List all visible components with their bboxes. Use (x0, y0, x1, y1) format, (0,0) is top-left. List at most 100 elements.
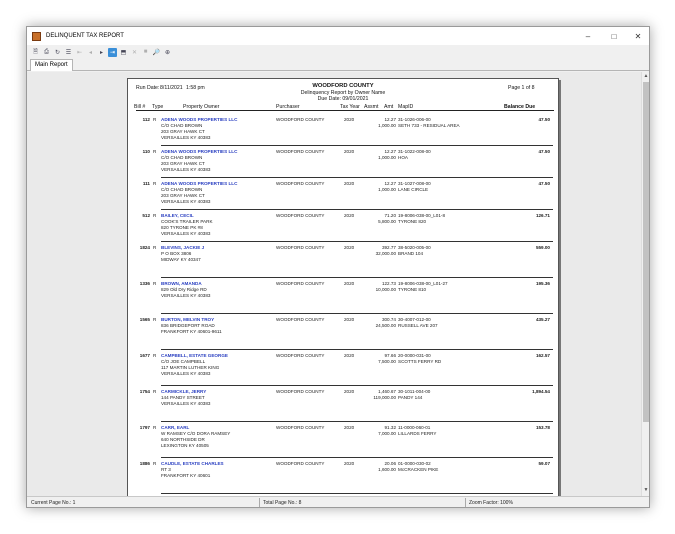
assessment: 1,000.00 (378, 123, 396, 128)
property-description: McCRACKEN PIKE (398, 467, 439, 472)
record-type: R (153, 425, 157, 430)
due-date: Due Date: 09/01/2021 (317, 96, 369, 102)
report-record: 1797 R CARR, EARL WOODFORD COUNTY 2020 91.32 1… (128, 423, 558, 459)
property-description: LANE CIRCLE (398, 187, 429, 192)
first-page-icon[interactable]: ⇤ (75, 48, 84, 57)
record-divider (161, 421, 553, 422)
owner-address-line: VERSAILLES KY 40383 (161, 167, 211, 172)
total-page-status: Total Page No.: 8 (263, 500, 302, 506)
header-divider (136, 110, 554, 111)
tax-year: 2020 (344, 389, 355, 394)
purchaser: WOODFORD COUNTY (276, 389, 325, 394)
close-button[interactable]: ✕ (625, 27, 649, 45)
property-description: SETH 733 - RESIDUAL AREA (398, 123, 460, 128)
run-date-label: Run Date: (136, 85, 160, 91)
zoom-icon[interactable]: ⊕ (163, 48, 172, 57)
report-record: 512 R BAILEY, CECIL WOODFORD COUNTY 2020 71.2… (128, 211, 558, 243)
record-divider (161, 385, 553, 386)
owner-address-line: VERSAILLES KY 40383 (161, 199, 211, 204)
county-name: WOODFORD COUNTY (312, 83, 374, 89)
bill-number: 111 (142, 181, 150, 186)
report-record: 110 R ADENA WOODS PROPERTIES LLC WOODFORD C… (128, 147, 558, 179)
purchaser: WOODFORD COUNTY (276, 181, 325, 186)
balance-due: 162.57 (535, 353, 550, 358)
assessment: 1,000.00 (378, 155, 396, 160)
scroll-down-icon[interactable]: ▼ (642, 487, 649, 495)
record-type: R (153, 181, 157, 186)
owner-address-line: VERSAILLES KY 40383 (161, 401, 211, 406)
scroll-up-icon[interactable]: ▲ (642, 73, 649, 81)
record-type: R (153, 149, 157, 154)
assessment: 32,000.00 (375, 251, 396, 256)
property-description: LILLARDS FERRY (398, 431, 437, 436)
bill-number: 1797 (139, 425, 150, 430)
record-divider (161, 145, 553, 146)
balance-due: 435.27 (535, 317, 550, 322)
report-record: 1754 R CARMICKLE, JERRY WOODFORD COUNTY 2020… (128, 387, 558, 423)
record-divider (161, 241, 553, 242)
tax-year: 2020 (344, 461, 355, 466)
print-icon[interactable]: ⎙ (42, 48, 51, 57)
tax-year: 2020 (344, 281, 355, 286)
bill-number: 1754 (139, 389, 150, 394)
binoculars-icon[interactable]: 🔎 (152, 48, 161, 57)
balance-due: 47.50 (538, 149, 551, 154)
prev-page-icon[interactable]: ◂ (86, 48, 95, 57)
next-page-icon[interactable]: ▸ (97, 48, 106, 57)
run-date: 8/11/2021 (160, 85, 183, 91)
owner-address-line: MIDWAY KY 40347 (161, 257, 201, 262)
purchaser: WOODFORD COUNTY (276, 245, 325, 250)
balance-due: 195.36 (535, 281, 550, 286)
maximize-button[interactable]: □ (601, 27, 627, 45)
refresh-icon[interactable]: ↻ (53, 48, 62, 57)
tree-toggle-icon[interactable]: ☰ (64, 48, 73, 57)
tab-main-report[interactable]: Main Report (30, 59, 73, 71)
zoom-status: Zoom Factor: 100% (469, 500, 513, 506)
page-indicator: Page 1 of 8 (508, 85, 535, 91)
assessment: 5,800.00 (378, 219, 396, 224)
report-viewport[interactable]: Run Date: 8/11/2021 1:58 pm WOODFORD COU… (27, 72, 643, 496)
goto-page-icon[interactable]: ⬒ (119, 48, 128, 57)
assessment: 119,000.00 (373, 395, 396, 400)
property-description: TYRONE 810 (398, 287, 427, 292)
close-tab-icon[interactable]: ✕ (130, 48, 139, 57)
purchaser: WOODFORD COUNTY (276, 149, 325, 154)
bill-number: 1565 (139, 317, 150, 322)
minimize-button[interactable]: – (575, 27, 601, 45)
title-bar: DELINQUENT TAX REPORT – □ ✕ (27, 27, 649, 45)
owner-address-line: LEXINGTON KY 40505 (161, 443, 209, 448)
tax-year: 2020 (344, 149, 355, 154)
owner-address-line: FRANKFORT KY 40601 (161, 473, 211, 478)
tab-strip: Main Report (27, 59, 649, 71)
balance-due: 559.00 (535, 245, 550, 250)
current-page-status: Current Page No.: 1 (31, 500, 76, 506)
scroll-thumb[interactable] (643, 82, 649, 422)
report-record: 1565 R BURTON, MELVIN TROY WOODFORD COUNTY 2… (128, 315, 558, 351)
last-page-icon[interactable]: ⇥ (108, 47, 117, 57)
purchaser: WOODFORD COUNTY (276, 317, 325, 322)
tax-year: 2020 (344, 245, 355, 250)
property-description: HOA (398, 155, 408, 160)
balance-due: 47.50 (538, 117, 551, 122)
record-type: R (153, 461, 157, 466)
assessment: 7,000.00 (378, 431, 396, 436)
tax-year: 2020 (344, 117, 355, 122)
bill-number: 1886 (139, 461, 150, 466)
record-type: R (153, 389, 157, 394)
assessment: 7,500.00 (378, 359, 396, 364)
property-description: TYRONE 820 (398, 219, 427, 224)
owner-address-line: VERSAILLES KY 40383 (161, 135, 211, 140)
record-divider (161, 277, 553, 278)
record-type: R (153, 117, 157, 122)
status-bar: Current Page No.: 1 Total Page No.: 8 Zo… (27, 496, 649, 507)
bill-number: 1677 (139, 353, 150, 358)
report-record: 112 R ADENA WOODS PROPERTIES LLC WOODFORD C… (128, 115, 558, 147)
stop-icon[interactable]: ■ (141, 48, 150, 57)
vertical-scrollbar[interactable]: ▲ ▼ (641, 72, 649, 496)
report-record: 1824 R BLEVINS, JACKIE J WOODFORD COUNTY 202… (128, 243, 558, 279)
record-type: R (153, 281, 157, 286)
export-icon[interactable]: 🗎 (31, 48, 40, 57)
tax-year: 2020 (344, 181, 355, 186)
record-divider (161, 349, 553, 350)
assessment: 1,000.00 (378, 187, 396, 192)
